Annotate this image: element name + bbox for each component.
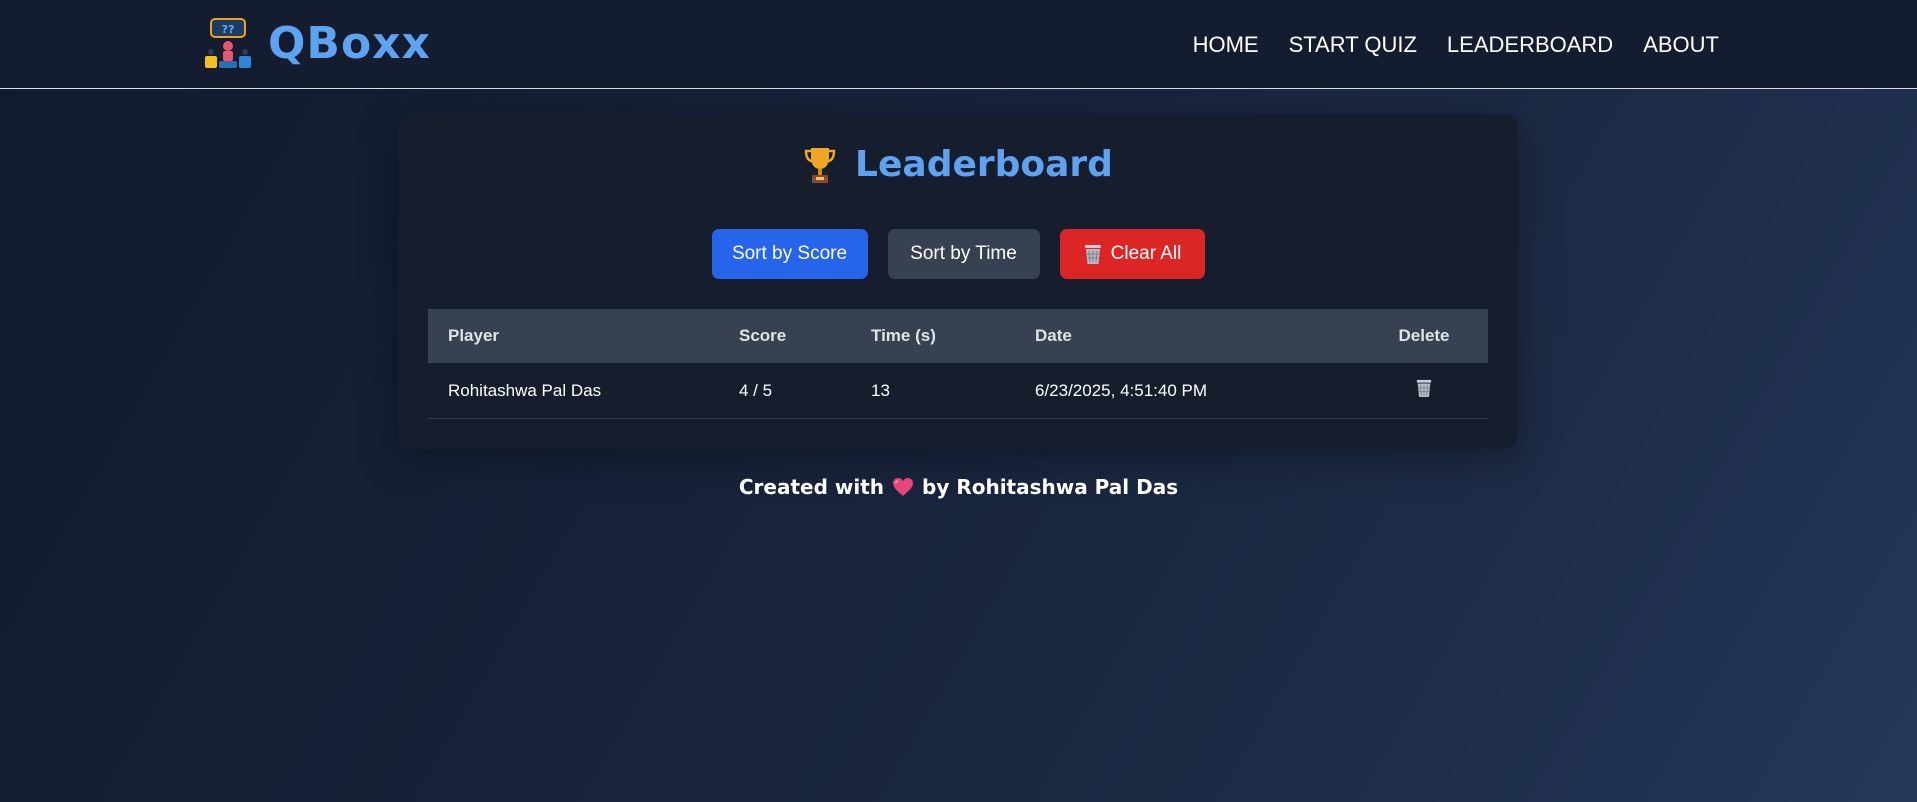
cell-score: 4 / 5 <box>739 380 773 400</box>
heart-icon <box>893 478 913 496</box>
sort-by-score-label: Sort by Score <box>731 243 848 264</box>
page-title: Leaderboard <box>855 144 1113 185</box>
column-score: Score <box>739 326 787 345</box>
brand-name: QBoxx <box>268 18 431 69</box>
table-row: Rohitashwa Pal Das 4 / 5 13 6/23/2025, 4… <box>428 363 1488 419</box>
cell-time: 13 <box>871 380 890 400</box>
nav-start-quiz[interactable]: START QUIZ <box>1289 28 1417 62</box>
page-footer: Created with by Rohitashwa Pal Das <box>0 475 1917 499</box>
cell-player: Rohitashwa Pal Das <box>448 380 602 400</box>
column-date: Date <box>1035 326 1072 345</box>
sort-by-score-button[interactable]: Sort by Score <box>711 229 868 279</box>
top-navbar: ?? QBoxx HOME START QUIZ LEADERBOARD ABO… <box>0 0 1917 89</box>
svg-text:??: ?? <box>222 23 235 36</box>
clear-all-button[interactable]: Clear All <box>1059 229 1205 279</box>
footer-suffix: by Rohitashwa Pal Das <box>922 475 1179 499</box>
delete-row-icon[interactable] <box>1415 378 1433 398</box>
wastebasket-icon <box>1084 245 1101 264</box>
nav-leaderboard[interactable]: LEADERBOARD <box>1447 28 1613 62</box>
leaderboard-heading: Leaderboard <box>398 144 1518 185</box>
sort-by-time-label: Sort by Time <box>910 243 1017 264</box>
nav-about[interactable]: ABOUT <box>1643 28 1719 62</box>
cell-date: 6/23/2025, 4:51:40 PM <box>1035 380 1208 400</box>
leaderboard-table: Player Score Time (s) Date Delete Rohita… <box>428 309 1488 419</box>
leaderboard-actions: Sort by Score Sort by Time Clear All <box>398 229 1518 279</box>
sort-by-time-button[interactable]: Sort by Time <box>887 229 1040 279</box>
brand-logo[interactable]: ?? QBoxx <box>200 16 431 72</box>
leaderboard-card: Leaderboard Sort by Score Sort by Time C… <box>398 114 1518 449</box>
nav-home[interactable]: HOME <box>1193 28 1259 62</box>
footer-prefix: Created with <box>738 475 884 499</box>
table-header: Player Score Time (s) Date Delete <box>428 309 1488 363</box>
quiz-logo-icon: ?? <box>205 18 251 68</box>
clear-all-label: Clear All <box>1110 243 1182 264</box>
column-player: Player <box>448 326 500 345</box>
column-delete: Delete <box>1398 326 1450 345</box>
column-time: Time (s) <box>871 326 936 345</box>
trophy-icon <box>804 147 836 183</box>
cell-delete <box>1388 378 1460 403</box>
main-nav: HOME START QUIZ LEADERBOARD ABOUT <box>1163 28 1719 62</box>
